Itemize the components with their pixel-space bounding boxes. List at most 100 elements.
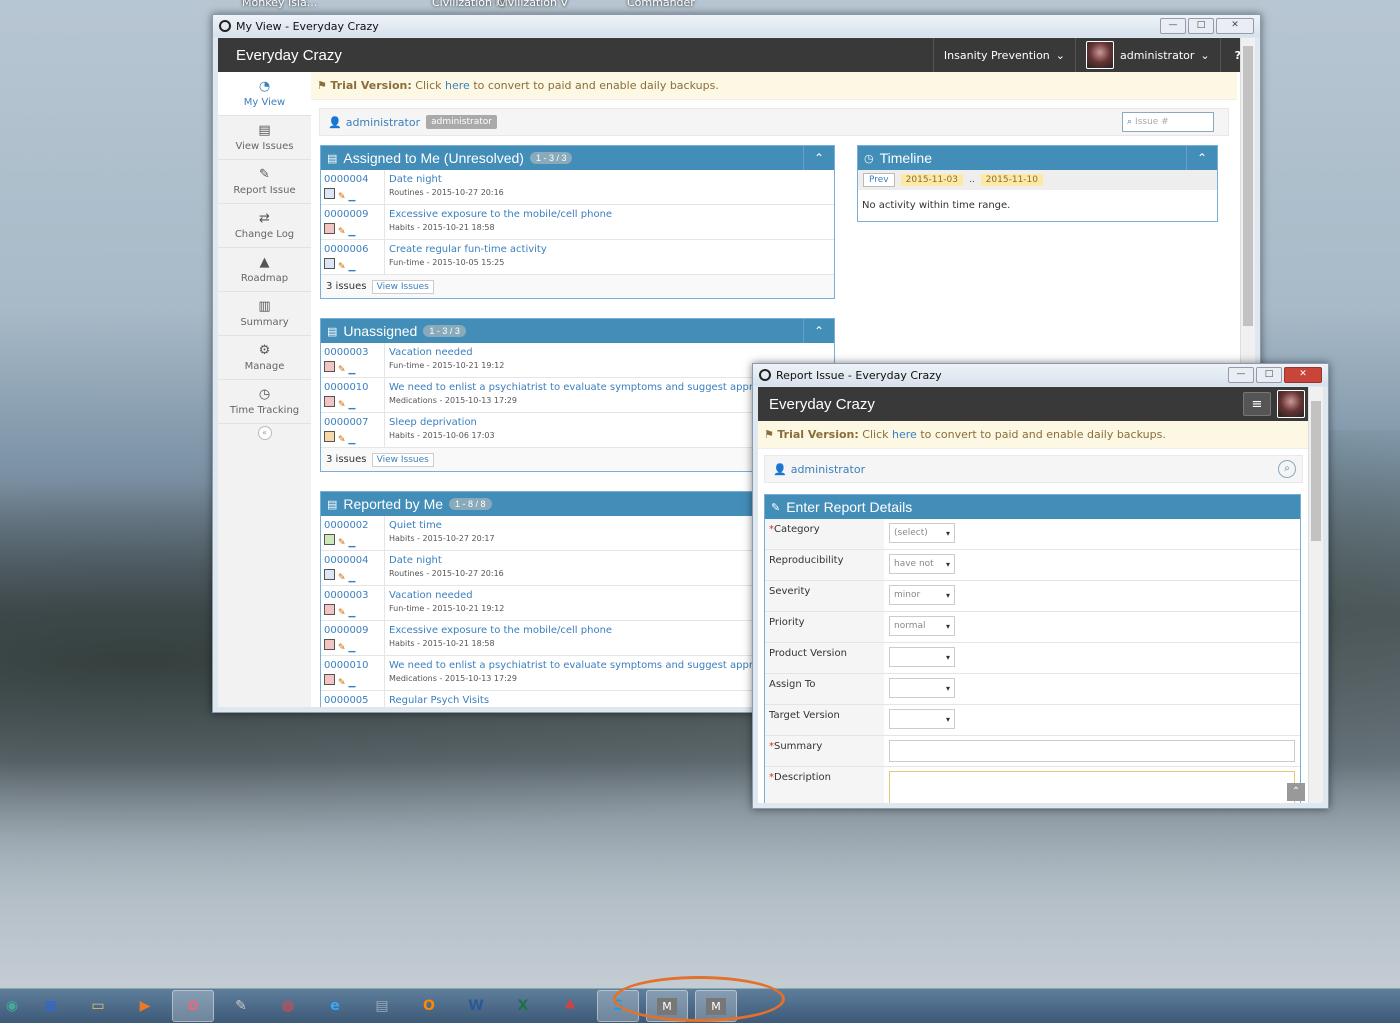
project-selector[interactable]: Insanity Prevention ⌄: [932, 38, 1075, 72]
close-button[interactable]: ✕: [1284, 367, 1322, 383]
edit-pencil-icon[interactable]: ✎: [338, 643, 346, 653]
issue-title-link[interactable]: Date night: [389, 555, 504, 566]
desktop-icon-label[interactable]: Monkey Isla...: [242, 0, 317, 9]
issue-id-link[interactable]: 0000009: [324, 209, 381, 220]
summary-input[interactable]: [889, 740, 1295, 762]
issue-title-link[interactable]: Date night: [389, 174, 504, 185]
issue-title-link[interactable]: Sleep deprivation: [389, 417, 495, 428]
prev-button[interactable]: Prev: [863, 173, 895, 187]
desktop-icon-label[interactable]: Civilization IV: [432, 0, 506, 9]
sidebar-item-manage[interactable]: ⚙ Manage: [218, 336, 311, 380]
edit-pencil-icon[interactable]: ✎: [338, 365, 346, 375]
reproducibility-select[interactable]: have not ▾: [889, 554, 955, 574]
issue-title-link[interactable]: Quiet time: [389, 520, 495, 531]
issue-id-link[interactable]: 0000005: [324, 695, 381, 706]
issue-title-link[interactable]: Regular Psych Visits: [389, 695, 489, 706]
breadcrumb-user[interactable]: administrator: [346, 116, 420, 129]
menu-toggle-button[interactable]: ≡: [1243, 392, 1271, 416]
taskbar-button[interactable]: ✿: [172, 990, 214, 1022]
avatar[interactable]: [1277, 390, 1305, 418]
edit-pencil-icon[interactable]: ✎: [338, 608, 346, 618]
assign-to-select[interactable]: ▾: [889, 678, 955, 698]
close-button[interactable]: ✕: [1216, 18, 1254, 34]
taskbar-button[interactable]: ◉: [0, 991, 24, 1021]
sidebar-item-view-issues[interactable]: ▤ View Issues: [218, 116, 311, 160]
edit-pencil-icon[interactable]: ✎: [338, 227, 346, 237]
minimize-button[interactable]: —: [1160, 18, 1186, 34]
issue-id-link[interactable]: 0000010: [324, 660, 381, 671]
edit-pencil-icon[interactable]: ✎: [338, 192, 346, 202]
product-version-select[interactable]: ▾: [889, 647, 955, 667]
issue-title-link[interactable]: Excessive exposure to the mobile/cell ph…: [389, 625, 612, 636]
brand[interactable]: Everyday Crazy: [218, 47, 342, 64]
priority-select[interactable]: normal ▾: [889, 616, 955, 636]
taskbar-button[interactable]: ♣: [550, 991, 590, 1021]
sidebar-collapse[interactable]: «: [218, 424, 311, 442]
sidebar-item-report-issue[interactable]: ✎ Report Issue: [218, 160, 311, 204]
taskbar-button[interactable]: e: [315, 991, 355, 1021]
issue-title-link[interactable]: Vacation needed: [389, 347, 504, 358]
view-issues-button[interactable]: View Issues: [371, 453, 434, 467]
taskbar-button[interactable]: X: [503, 991, 543, 1021]
edit-pencil-icon[interactable]: ✎: [338, 435, 346, 445]
search-icon[interactable]: ⌕: [1278, 460, 1296, 478]
taskbar-button[interactable]: W: [456, 991, 496, 1021]
report-scrollbar[interactable]: [1308, 387, 1323, 803]
taskbar-button[interactable]: ▶: [125, 991, 165, 1021]
scroll-thumb[interactable]: [1243, 46, 1253, 326]
trial-link[interactable]: here: [892, 428, 917, 441]
edit-pencil-icon[interactable]: ✎: [338, 573, 346, 583]
user-menu[interactable]: administrator ⌄: [1074, 38, 1220, 72]
main-window-titlebar[interactable]: My View - Everyday Crazy — □ ✕: [213, 15, 1260, 37]
issue-title-link[interactable]: We need to enlist a psychiatrist to eval…: [389, 382, 782, 393]
scroll-thumb[interactable]: [1311, 401, 1321, 541]
issue-title-link[interactable]: Create regular fun-time activity: [389, 244, 547, 255]
description-textarea[interactable]: [889, 771, 1295, 803]
maximize-button[interactable]: □: [1188, 18, 1214, 34]
sidebar-item-my-view[interactable]: ◔ My View: [218, 72, 311, 116]
taskbar-button[interactable]: ◍: [268, 991, 308, 1021]
trial-link[interactable]: here: [445, 79, 470, 92]
sidebar-item-time-tracking[interactable]: ◷ Time Tracking: [218, 380, 311, 424]
scroll-top-button[interactable]: ⌃: [1287, 783, 1305, 801]
edit-pencil-icon[interactable]: ✎: [338, 678, 346, 688]
issue-title-link[interactable]: We need to enlist a psychiatrist to eval…: [389, 660, 782, 671]
sidebar-item-roadmap[interactable]: ▲ Roadmap: [218, 248, 311, 292]
issue-title-link[interactable]: Vacation needed: [389, 590, 504, 601]
taskbar-button[interactable]: ▦: [31, 991, 71, 1021]
brand[interactable]: Everyday Crazy: [758, 396, 875, 413]
target-version-select[interactable]: ▾: [889, 709, 955, 729]
edit-pencil-icon[interactable]: ✎: [338, 262, 346, 272]
table-row[interactable]: 0000009 ✎ ▁ Excessive exposure to the mobil…: [321, 205, 834, 240]
collapse-panel-icon[interactable]: ⌃: [803, 146, 834, 170]
desktop-icon-label[interactable]: Civilization V: [497, 0, 568, 9]
issue-id-link[interactable]: 0000010: [324, 382, 381, 393]
issue-id-link[interactable]: 0000004: [324, 174, 381, 185]
collapse-panel-icon[interactable]: ⌃: [803, 319, 834, 343]
edit-pencil-icon[interactable]: ✎: [338, 538, 346, 548]
issue-title-link[interactable]: Excessive exposure to the mobile/cell ph…: [389, 209, 612, 220]
edit-pencil-icon[interactable]: ✎: [338, 400, 346, 410]
category-select[interactable]: (select) ▾: [889, 523, 955, 543]
table-row[interactable]: 0000006 ✎ ▁ Create regular fun-time activit…: [321, 240, 834, 275]
collapse-panel-icon[interactable]: ⌃: [1186, 146, 1217, 170]
sidebar-item-summary[interactable]: ▥ Summary: [218, 292, 311, 336]
desktop-icon-label[interactable]: Commander: [627, 0, 695, 9]
view-issues-button[interactable]: View Issues: [371, 280, 434, 294]
maximize-button[interactable]: □: [1256, 367, 1282, 383]
taskbar-button[interactable]: O: [409, 991, 449, 1021]
breadcrumb-user[interactable]: administrator: [791, 463, 865, 476]
issue-id-link[interactable]: 0000006: [324, 244, 381, 255]
table-row[interactable]: 0000004 ✎ ▁ Date night Routines - 2015-10-27…: [321, 170, 834, 205]
issue-id-link[interactable]: 0000002: [324, 520, 381, 531]
taskbar-button[interactable]: ✎: [221, 991, 261, 1021]
issue-id-link[interactable]: 0000007: [324, 417, 381, 428]
sidebar-item-change-log[interactable]: ⇄ Change Log: [218, 204, 311, 248]
issue-id-link[interactable]: 0000003: [324, 590, 381, 601]
issue-id-link[interactable]: 0000009: [324, 625, 381, 636]
severity-select[interactable]: minor ▾: [889, 585, 955, 605]
taskbar-button[interactable]: ▤: [362, 991, 402, 1021]
issue-search-input[interactable]: ⌕ Issue #: [1122, 112, 1214, 132]
taskbar-button[interactable]: ▭: [78, 991, 118, 1021]
issue-id-link[interactable]: 0000004: [324, 555, 381, 566]
